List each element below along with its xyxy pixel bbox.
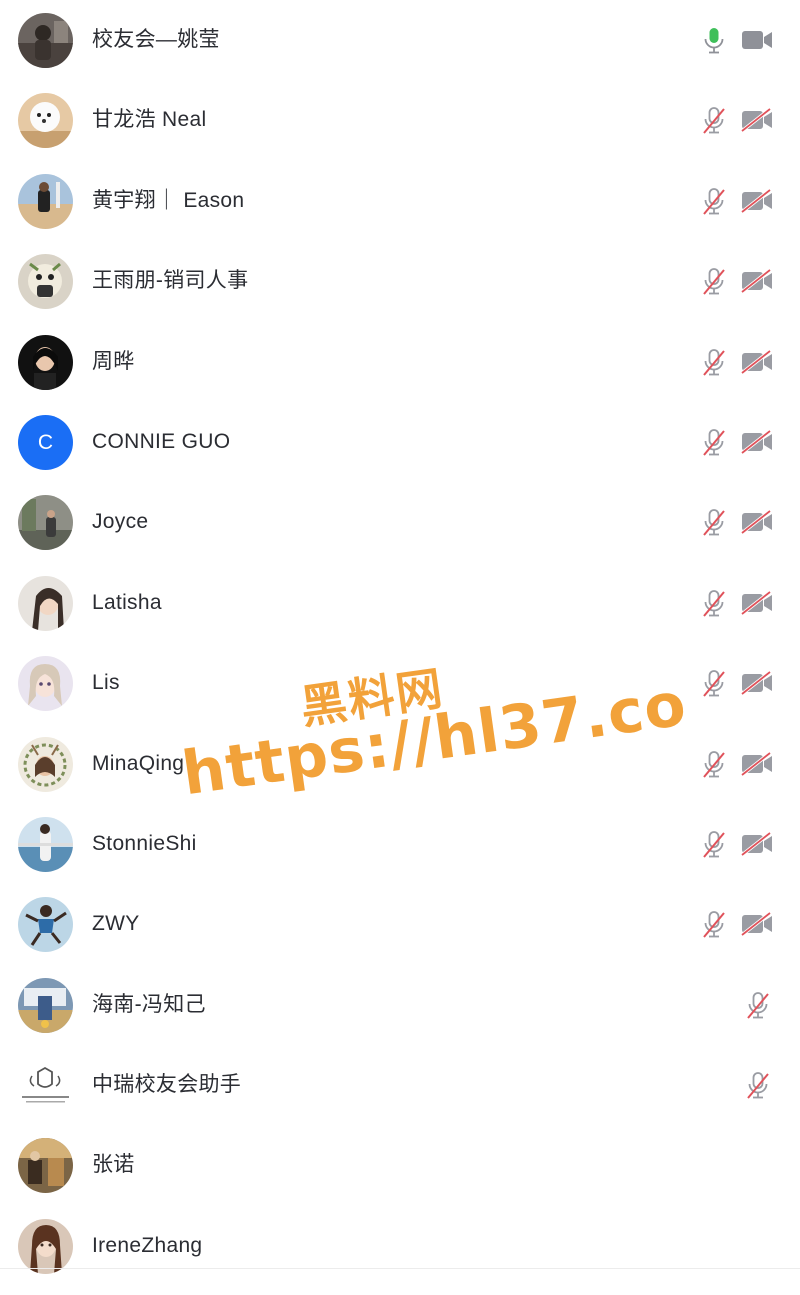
avatar [18,173,73,229]
camera-muted-icon[interactable] [740,188,774,214]
participant-row[interactable]: 中瑞校友会助手 [0,1045,800,1125]
participant-row[interactable]: 张诺 [0,1125,800,1205]
participant-name: 周晔 [92,349,135,373]
avatar-initial-letter: C [37,430,54,454]
mic-muted-icon[interactable] [745,991,771,1021]
camera-muted-icon[interactable] [740,107,774,133]
avatar [18,736,73,792]
participant-name: 王雨朋-销司人事 [92,269,249,293]
camera-muted-icon[interactable] [740,429,774,455]
camera-muted-icon[interactable] [740,509,774,535]
camera-icon[interactable] [740,27,774,53]
avatar [18,656,73,712]
participant-name: StonnieShi [92,831,197,855]
participant-row[interactable]: IreneZhang [0,1206,800,1286]
participant-row[interactable]: 甘龙浩 Neal [0,80,800,160]
avatar [18,816,73,872]
mic-muted-icon[interactable] [701,750,727,780]
participant-row[interactable]: 黄宇翔｜ Eason [0,161,800,241]
avatar [18,495,73,551]
participant-row[interactable]: MinaQing [0,724,800,804]
mic-muted-icon[interactable] [701,669,727,699]
participant-row[interactable]: Latisha [0,563,800,643]
avatar [18,93,73,149]
avatar [18,334,73,390]
participant-name: 黄宇翔｜ Eason [92,188,245,212]
mic-muted-icon[interactable] [701,428,727,458]
camera-muted-icon[interactable] [740,670,774,696]
participant-row[interactable]: ZWY [0,884,800,964]
participant-name: Lis [92,671,120,695]
participant-name: 张诺 [92,1153,135,1177]
participant-name: 海南-冯知己 [92,992,206,1016]
avatar [18,1218,73,1274]
avatar [18,575,73,631]
camera-muted-icon[interactable] [740,751,774,777]
camera-muted-icon[interactable] [740,911,774,937]
participant-name: 甘龙浩 Neal [92,108,207,132]
participant-name: Joyce [92,510,149,534]
camera-muted-icon[interactable] [740,831,774,857]
mic-muted-icon[interactable] [701,187,727,217]
participant-row[interactable]: Joyce [0,482,800,562]
participant-name: 校友会—姚莹 [92,28,220,51]
participant-row[interactable]: 王雨朋-销司人事 [0,241,800,321]
participant-name: ZWY [92,912,140,936]
list-bottom-divider [0,1268,800,1269]
mic-muted-icon[interactable] [701,910,727,940]
camera-muted-icon[interactable] [740,590,774,616]
participant-list: 校友会—姚莹 甘龙浩 Neal 黄宇翔｜ Eason 王雨朋-销司人事 周晔 C… [0,0,800,1286]
avatar [18,1138,73,1194]
camera-muted-icon[interactable] [740,268,774,294]
participant-row[interactable]: 周晔 [0,322,800,402]
mic-muted-icon[interactable] [701,106,727,136]
avatar [18,1058,73,1114]
participant-name: CONNIE GUO [92,429,231,453]
mic-muted-icon[interactable] [745,1071,771,1101]
participant-name: IreneZhang [92,1233,203,1257]
mic-muted-icon[interactable] [701,830,727,860]
participant-row[interactable]: Lis [0,643,800,723]
mic-muted-icon[interactable] [701,508,727,538]
mic-muted-icon[interactable] [701,589,727,619]
camera-muted-icon[interactable] [740,349,774,375]
participant-row[interactable]: C CONNIE GUO [0,402,800,482]
participant-row[interactable]: 海南-冯知己 [0,965,800,1045]
mic-muted-icon[interactable] [701,267,727,297]
participant-name: Latisha [92,590,162,614]
avatar-initial: C [18,414,73,470]
participant-row[interactable]: StonnieShi [0,804,800,884]
avatar [18,897,73,953]
avatar [18,977,73,1033]
participant-row[interactable]: 校友会—姚莹 [0,0,800,80]
avatar [18,13,73,68]
participant-name: MinaQing [92,751,185,775]
avatar [18,254,73,310]
mic-muted-icon[interactable] [701,348,727,378]
mic-on-icon[interactable] [701,26,727,56]
participant-name: 中瑞校友会助手 [92,1073,242,1097]
